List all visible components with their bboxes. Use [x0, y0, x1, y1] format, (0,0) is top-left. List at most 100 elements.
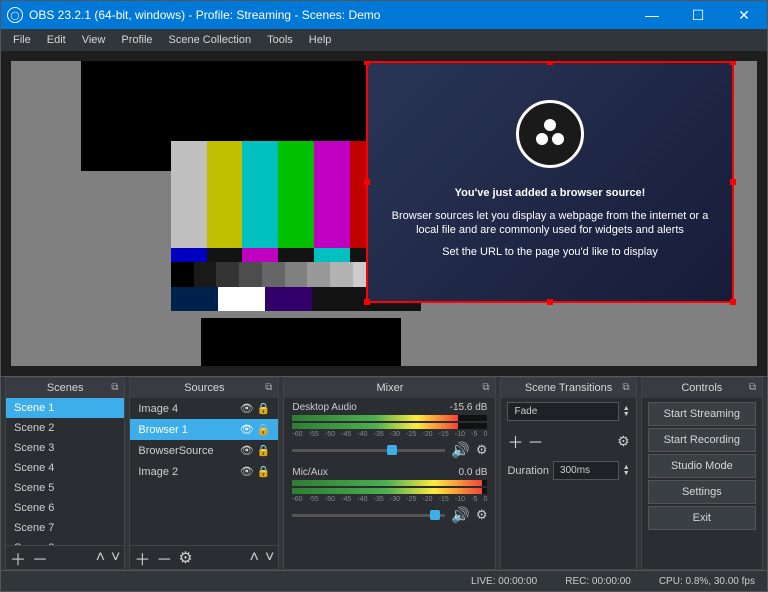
- source-item[interactable]: Image 4👁🔒: [130, 398, 278, 419]
- scene-item[interactable]: Scene 7: [6, 518, 124, 538]
- menu-help[interactable]: Help: [301, 31, 340, 49]
- controls-header[interactable]: Controls⧉: [642, 378, 762, 398]
- overlay-hint: Set the URL to the page you'd like to di…: [442, 245, 658, 259]
- channel-settings-icon[interactable]: ⚙: [476, 442, 488, 458]
- duration-spinner[interactable]: ▲▼: [623, 465, 630, 477]
- sources-panel: Sources⧉ Image 4👁🔒Browser 1👁🔒BrowserSour…: [129, 377, 279, 570]
- volume-slider[interactable]: [292, 514, 445, 517]
- maximize-button[interactable]: ☐: [675, 1, 721, 29]
- source-properties-button[interactable]: ⚙: [178, 548, 192, 568]
- channel-name: Desktop Audio: [292, 402, 357, 413]
- studio-mode-button[interactable]: Studio Mode: [648, 454, 756, 478]
- sources-toolbar: ＋ － ⚙ ˄ ˅: [130, 545, 278, 569]
- lock-icon[interactable]: 🔒: [257, 465, 271, 478]
- move-source-down-button[interactable]: ˅: [265, 549, 274, 567]
- menu-view[interactable]: View: [74, 31, 114, 49]
- sources-list[interactable]: Image 4👁🔒Browser 1👁🔒BrowserSource👁🔒Image…: [130, 398, 278, 545]
- controls-panel: Controls⧉ Start Streaming Start Recordin…: [641, 377, 763, 570]
- scene-item[interactable]: Scene 4: [6, 458, 124, 478]
- visibility-icon[interactable]: 👁: [240, 444, 254, 457]
- titlebar-text: OBS 23.2.1 (64-bit, windows) - Profile: …: [29, 8, 629, 22]
- obs-icon: ◯: [7, 7, 23, 23]
- move-scene-down-button[interactable]: ˅: [111, 549, 120, 567]
- popout-icon[interactable]: ⧉: [482, 382, 489, 393]
- transitions-body: Fade ▲▼ ＋ － ⚙ Duration 300ms ▲▼: [501, 398, 635, 569]
- mixer-body: Desktop Audio-15.6 dB -60-55-50-45-40-35…: [284, 398, 495, 569]
- minimize-button[interactable]: —: [629, 1, 675, 29]
- duration-label: Duration: [507, 465, 549, 477]
- visibility-icon[interactable]: 👁: [240, 423, 254, 436]
- transition-select[interactable]: Fade: [507, 402, 618, 421]
- vu-meter: [292, 423, 487, 429]
- vu-meter: [292, 415, 487, 421]
- panels-row: Scenes⧉ Scene 1Scene 2Scene 3Scene 4Scen…: [1, 376, 767, 570]
- menu-profile[interactable]: Profile: [113, 31, 160, 49]
- settings-button[interactable]: Settings: [648, 480, 756, 504]
- duration-input[interactable]: 300ms: [553, 461, 619, 480]
- source-item[interactable]: BrowserSource👁🔒: [130, 440, 278, 461]
- scene-item[interactable]: Scene 8: [6, 538, 124, 545]
- browser-source-overlay[interactable]: You've just added a browser source! Brow…: [366, 61, 734, 303]
- obs-logo-icon: [516, 100, 584, 168]
- sources-header[interactable]: Sources⧉: [130, 378, 278, 398]
- channel-db: -15.6 dB: [450, 402, 488, 413]
- source-item[interactable]: Browser 1👁🔒: [130, 419, 278, 440]
- scenes-toolbar: ＋ － ˄ ˅: [6, 545, 124, 569]
- menubar: File Edit View Profile Scene Collection …: [1, 29, 767, 51]
- scene-item[interactable]: Scene 1: [6, 398, 124, 418]
- scene-item[interactable]: Scene 6: [6, 498, 124, 518]
- overlay-desc: Browser sources let you display a webpag…: [382, 209, 718, 238]
- status-cpu: CPU: 0.8%, 30.00 fps: [659, 576, 755, 587]
- close-button[interactable]: ✕: [721, 1, 767, 29]
- mixer-header[interactable]: Mixer⧉: [284, 378, 495, 398]
- remove-scene-button[interactable]: －: [32, 546, 48, 570]
- source-item[interactable]: Image 2👁🔒: [130, 461, 278, 482]
- scenes-list[interactable]: Scene 1Scene 2Scene 3Scene 4Scene 5Scene…: [6, 398, 124, 545]
- move-source-up-button[interactable]: ˄: [250, 549, 259, 567]
- transitions-panel: Scene Transitions⧉ Fade ▲▼ ＋ － ⚙ Duratio…: [500, 377, 636, 570]
- scene-item[interactable]: Scene 5: [6, 478, 124, 498]
- lock-icon[interactable]: 🔒: [257, 423, 271, 436]
- transition-properties-button[interactable]: ⚙: [617, 433, 630, 450]
- visibility-icon[interactable]: 👁: [240, 402, 254, 415]
- mixer-panel: Mixer⧉ Desktop Audio-15.6 dB -60-55-50-4…: [283, 377, 496, 570]
- transition-spinner[interactable]: ▲▼: [623, 406, 630, 418]
- start-streaming-button[interactable]: Start Streaming: [648, 402, 756, 426]
- menu-tools[interactable]: Tools: [259, 31, 301, 49]
- popout-icon[interactable]: ⧉: [749, 382, 756, 393]
- preview-canvas[interactable]: You've just added a browser source! Brow…: [11, 61, 757, 366]
- speaker-icon[interactable]: 🔊: [451, 441, 470, 459]
- controls-body: Start Streaming Start Recording Studio M…: [642, 398, 762, 569]
- scenes-header[interactable]: Scenes⧉: [6, 378, 124, 398]
- remove-transition-button[interactable]: －: [527, 429, 543, 453]
- exit-button[interactable]: Exit: [648, 506, 756, 530]
- menu-scene-collection[interactable]: Scene Collection: [161, 31, 260, 49]
- lock-icon[interactable]: 🔒: [257, 444, 271, 457]
- add-source-button[interactable]: ＋: [134, 546, 150, 570]
- preview-area[interactable]: You've just added a browser source! Brow…: [1, 51, 767, 376]
- scene-item[interactable]: Scene 3: [6, 438, 124, 458]
- scenes-panel: Scenes⧉ Scene 1Scene 2Scene 3Scene 4Scen…: [5, 377, 125, 570]
- menu-edit[interactable]: Edit: [39, 31, 74, 49]
- visibility-icon[interactable]: 👁: [240, 465, 254, 478]
- lock-icon[interactable]: 🔒: [257, 402, 271, 415]
- channel-db: 0.0 dB: [459, 467, 488, 478]
- move-scene-up-button[interactable]: ˄: [96, 549, 105, 567]
- channel-settings-icon[interactable]: ⚙: [476, 507, 488, 523]
- popout-icon[interactable]: ⧉: [265, 382, 272, 393]
- volume-slider[interactable]: [292, 449, 445, 452]
- menu-file[interactable]: File: [5, 31, 39, 49]
- status-live: LIVE: 00:00:00: [471, 576, 537, 587]
- channel-name: Mic/Aux: [292, 467, 328, 478]
- speaker-icon[interactable]: 🔊: [451, 506, 470, 524]
- popout-icon[interactable]: ⧉: [111, 382, 118, 393]
- add-scene-button[interactable]: ＋: [10, 546, 26, 570]
- transitions-header[interactable]: Scene Transitions⧉: [501, 378, 635, 398]
- add-transition-button[interactable]: ＋: [507, 429, 523, 453]
- scene-item[interactable]: Scene 2: [6, 418, 124, 438]
- overlay-headline: You've just added a browser source!: [455, 186, 646, 200]
- remove-source-button[interactable]: －: [156, 546, 172, 570]
- titlebar[interactable]: ◯ OBS 23.2.1 (64-bit, windows) - Profile…: [1, 1, 767, 29]
- start-recording-button[interactable]: Start Recording: [648, 428, 756, 452]
- popout-icon[interactable]: ⧉: [623, 382, 630, 393]
